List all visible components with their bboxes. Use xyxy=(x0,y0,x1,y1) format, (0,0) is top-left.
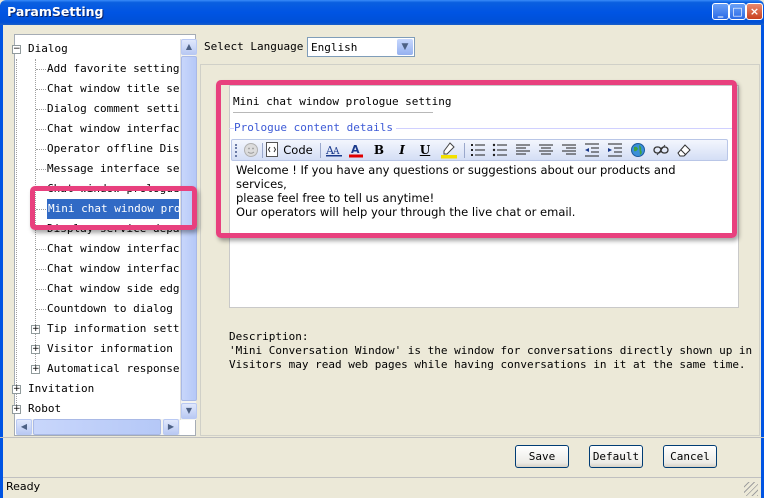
tree-item-label: Invitation xyxy=(28,382,95,395)
tree-branch-line xyxy=(36,89,46,90)
scroll-down-button[interactable]: ▼ xyxy=(181,403,197,419)
tree-branch-line xyxy=(36,69,46,70)
hscroll-thumb[interactable] xyxy=(33,419,161,435)
description: Description: 'Mini Conversation Window' … xyxy=(229,330,759,372)
tree-branch-line xyxy=(36,169,46,170)
tree-item[interactable]: + Visitor information xyxy=(3,339,179,359)
tree-horizontal-scrollbar[interactable]: ◀ ▶ xyxy=(16,419,180,435)
tree-item[interactable]: Message interface se xyxy=(3,159,179,179)
tree-item-label: Robot xyxy=(28,402,62,415)
tree-item-label: Operator offline Dis xyxy=(47,142,179,155)
tree-item-label: Tip information sett xyxy=(47,322,179,335)
expand-icon[interactable]: + xyxy=(31,365,40,374)
expand-icon[interactable]: + xyxy=(12,405,21,414)
status-text: Ready xyxy=(6,480,41,493)
resize-grip-icon[interactable] xyxy=(744,482,758,496)
tree-item[interactable]: Countdown to dialog xyxy=(3,299,179,319)
tree-item-label: Dialog comment setti xyxy=(47,102,179,115)
chevron-down-icon[interactable]: ▼ xyxy=(397,39,413,55)
tree-item[interactable]: − Dialog xyxy=(3,39,179,59)
tree-item-label: Message interface se xyxy=(47,162,179,175)
tree-item-label: Chat window title se xyxy=(47,82,179,95)
expand-icon[interactable]: + xyxy=(31,345,40,354)
tree-item[interactable]: Add favorite setting xyxy=(3,59,179,79)
tree-item[interactable]: Operator offline Dis xyxy=(3,139,179,159)
tree-branch-line xyxy=(36,109,46,110)
scroll-up-button[interactable]: ▲ xyxy=(181,39,197,55)
tree-item-label: Chat window interfac xyxy=(47,122,179,135)
maximize-button[interactable]: □ xyxy=(729,3,746,20)
tree-branch-line xyxy=(36,149,46,150)
language-label: Select Language xyxy=(204,40,304,53)
tree-item[interactable]: Chat window side edg xyxy=(3,279,179,299)
cancel-button[interactable]: Cancel xyxy=(663,445,717,468)
tree-item-label: Visitor information xyxy=(47,342,173,355)
tree-item-label: Add favorite setting xyxy=(47,62,179,75)
tree-item-label: Chat window interfac xyxy=(47,262,179,275)
tree-branch-line xyxy=(36,249,46,250)
tree-item[interactable]: + Automatical response xyxy=(3,359,179,379)
scroll-left-button[interactable]: ◀ xyxy=(16,419,32,435)
tree-item-label: Chat window side edg xyxy=(47,282,179,295)
tree-item[interactable]: Dialog comment setti xyxy=(3,99,179,119)
tree-item-label: Dialog xyxy=(28,42,68,55)
tree-item[interactable]: + Tip information sett xyxy=(3,319,179,339)
save-button[interactable]: Save xyxy=(515,445,569,468)
tree-item-label: Countdown to dialog xyxy=(47,302,173,315)
tree-item[interactable]: Chat window title se xyxy=(3,79,179,99)
tree-item[interactable]: Chat window interfac xyxy=(3,239,179,259)
default-button[interactable]: Default xyxy=(589,445,643,468)
tree-branch-line xyxy=(36,289,46,290)
description-line: 'Mini Conversation Window' is the window… xyxy=(229,344,759,357)
highlight-box-tree-item xyxy=(30,186,197,230)
language-value: English xyxy=(311,41,358,54)
close-button[interactable]: × xyxy=(746,3,763,20)
footer-separator xyxy=(0,437,764,438)
tree-item[interactable]: Chat window interfac xyxy=(3,259,179,279)
scroll-right-button[interactable]: ▶ xyxy=(163,419,179,435)
tree-branch-line xyxy=(36,129,46,130)
tree-branch-line xyxy=(36,269,46,270)
description-heading: Description: xyxy=(229,330,309,343)
expand-icon[interactable]: + xyxy=(31,325,40,334)
language-select[interactable]: English ▼ xyxy=(307,37,415,57)
status-bar xyxy=(3,477,761,498)
tree-item[interactable]: Chat window interfac xyxy=(3,119,179,139)
expand-icon[interactable]: + xyxy=(12,385,21,394)
minimize-button[interactable]: _ xyxy=(712,3,729,20)
description-line: Visitors may read web pages while having… xyxy=(229,358,746,371)
tree-item-label: Chat window interfac xyxy=(47,242,179,255)
tree-item[interactable]: + Robot xyxy=(3,399,179,419)
title-bar xyxy=(0,0,764,25)
tree-item[interactable]: + Invitation xyxy=(3,379,179,399)
tree-branch-line xyxy=(36,309,46,310)
collapse-icon[interactable]: − xyxy=(12,45,21,54)
highlight-box-editor xyxy=(216,80,737,238)
tree-item-label: Automatical response xyxy=(47,362,179,375)
window-title: ParamSetting xyxy=(7,4,104,19)
